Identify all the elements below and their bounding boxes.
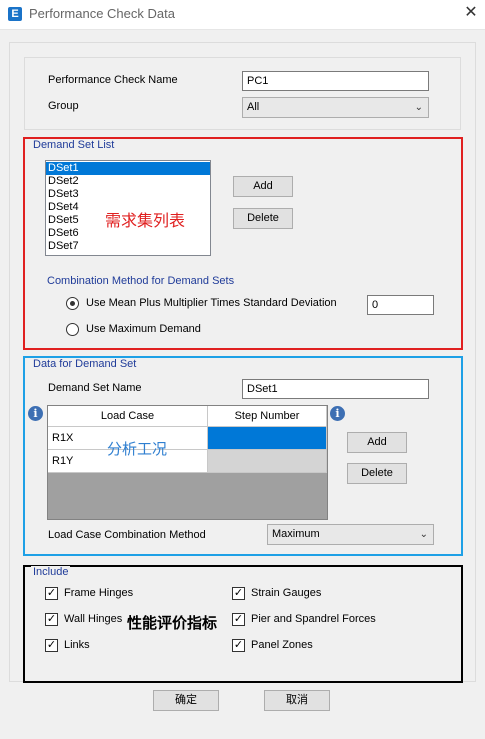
title-bar: E Performance Check Data ✕	[0, 0, 485, 30]
load-case-annotation: 分析工况	[107, 440, 168, 458]
links-checkbox[interactable]: ✓	[45, 639, 58, 652]
info-icon[interactable]: i	[330, 406, 345, 421]
multiplier-input[interactable]: 0	[367, 295, 434, 315]
use-maximum-radio[interactable]	[66, 323, 79, 336]
ok-button[interactable]: 确定	[153, 690, 219, 711]
pier-spandrel-label: Pier and Spandrel Forces	[251, 613, 376, 625]
strain-gauges-label: Strain Gauges	[251, 587, 322, 599]
demand-set-data-title: Data for Demand Set	[31, 358, 139, 370]
strain-gauges-checkbox[interactable]: ✓	[232, 587, 245, 600]
close-button[interactable]: ✕	[461, 3, 481, 23]
use-maximum-label: Use Maximum Demand	[86, 323, 201, 335]
demand-set-delete-button[interactable]: Delete	[233, 208, 293, 229]
step-number-cell[interactable]	[208, 450, 327, 473]
load-case-combination-label: Load Case Combination Method	[48, 529, 206, 541]
include-annotation: 性能评价指标	[127, 614, 218, 632]
load-case-combination-value: Maximum	[272, 528, 320, 540]
load-case-combination-select[interactable]: Maximum ⌄	[267, 524, 434, 545]
use-mean-radio[interactable]	[66, 297, 79, 310]
panel-zones-label: Panel Zones	[251, 639, 313, 651]
column-header-step-number[interactable]: Step Number	[208, 406, 327, 427]
wall-hinges-checkbox[interactable]: ✓	[45, 613, 58, 626]
list-item[interactable]: DSet1	[46, 162, 210, 175]
column-header-load-case[interactable]: Load Case	[48, 406, 208, 427]
links-label: Links	[64, 639, 90, 651]
demand-set-add-button[interactable]: Add	[233, 176, 293, 197]
pier-spandrel-checkbox[interactable]: ✓	[232, 613, 245, 626]
demand-set-name-input[interactable]: DSet1	[242, 379, 429, 399]
frame-hinges-label: Frame Hinges	[64, 587, 134, 599]
demand-set-list-title: Demand Set List	[31, 139, 117, 151]
use-mean-label: Use Mean Plus Multiplier Times Standard …	[86, 297, 337, 309]
cancel-button[interactable]: 取消	[264, 690, 330, 711]
group-label: Group	[48, 100, 79, 112]
info-icon[interactable]: i	[28, 406, 43, 421]
window-title: Performance Check Data	[29, 6, 175, 21]
load-case-add-button[interactable]: Add	[347, 432, 407, 453]
list-item[interactable]: DSet7	[46, 240, 210, 253]
name-group-panel	[24, 57, 461, 130]
performance-check-name-input[interactable]: PC1	[242, 71, 429, 91]
frame-hinges-checkbox[interactable]: ✓	[45, 587, 58, 600]
demand-set-name-label: Demand Set Name	[48, 382, 142, 394]
step-number-cell-selected[interactable]	[208, 427, 327, 450]
panel-zones-checkbox[interactable]: ✓	[232, 639, 245, 652]
include-title: Include	[31, 566, 71, 578]
group-select-value: All	[247, 101, 260, 113]
combination-method-title: Combination Method for Demand Sets	[47, 275, 235, 287]
group-select[interactable]: All ⌄	[242, 97, 429, 118]
load-case-grid[interactable]: Load Case Step Number R1X R1Y	[47, 405, 328, 520]
performance-check-name-label: Performance Check Name	[48, 74, 178, 86]
chevron-down-icon: ⌄	[414, 102, 423, 113]
chevron-down-icon: ⌄	[419, 529, 428, 540]
app-logo-icon: E	[8, 7, 22, 21]
load-case-delete-button[interactable]: Delete	[347, 463, 407, 484]
demand-set-list-annotation: 需求集列表	[105, 211, 186, 230]
list-item[interactable]: DSet2	[46, 175, 210, 188]
list-item[interactable]: DSet3	[46, 188, 210, 201]
wall-hinges-label: Wall Hinges	[64, 613, 123, 625]
